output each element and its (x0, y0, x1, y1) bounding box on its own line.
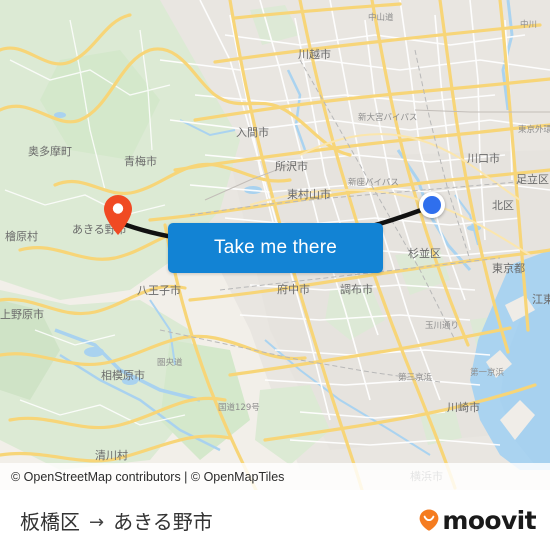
map-label: 江東区 (532, 293, 550, 306)
map-label: 所沢市 (275, 159, 308, 173)
map-label: 新座バイパス (348, 177, 399, 188)
moovit-logo[interactable]: moovit (418, 505, 537, 535)
map-label: 入間市 (236, 125, 269, 139)
map-label: 上野原市 (0, 307, 44, 321)
map-label: 川口市 (467, 151, 500, 165)
arrow-right-icon: → (89, 511, 105, 533)
map-label: 青梅市 (124, 154, 157, 168)
take-me-there-button[interactable]: Take me there (168, 223, 383, 273)
map-label: 新大宮バイパス (358, 112, 417, 123)
map-label: 中川 (520, 19, 537, 30)
map-canvas[interactable]: 奥多摩町青梅市 入間市 川越市所沢市東村山市 川口市足立区 北区東京都 杉並区府中市 調布市… (0, 0, 550, 490)
map-label: 第一京浜 (470, 367, 505, 378)
map-label: 第三京浜 (398, 372, 433, 383)
map-label: 川崎市 (447, 400, 480, 414)
map-label: 清川村 (95, 448, 128, 462)
map-label: 国道129号 (218, 402, 260, 413)
map-label: 圏央道 (157, 357, 183, 368)
map-label: 足立区 (516, 172, 549, 186)
route-origin-label: 板橋区 (20, 509, 80, 534)
destination-marker-pin[interactable] (103, 194, 133, 236)
map-attribution-text[interactable]: © OpenStreetMap contributors | © OpenMap… (0, 470, 284, 484)
route-destination-label: あきる野市 (113, 509, 213, 534)
map-label: 東京外環 (518, 124, 550, 135)
map-label: 府中市 (277, 282, 310, 296)
map-label: 八王子市 (137, 283, 181, 297)
moovit-pin-icon (419, 509, 439, 531)
moovit-wordmark: moovit (442, 505, 536, 535)
map-label: 調布市 (340, 282, 373, 296)
map-label: 川越市 (298, 47, 331, 61)
map-label: 北区 (492, 199, 514, 212)
origin-marker-dot[interactable] (419, 192, 445, 218)
moovit-route-card: 奥多摩町青梅市 入間市 川越市所沢市東村山市 川口市足立区 北区東京都 杉並区府中市 調布市… (0, 0, 550, 550)
map-label: 東村山市 (287, 187, 331, 201)
map-label: 杉並区 (408, 246, 441, 260)
map-label: 檜原村 (5, 229, 38, 243)
map-label: 中山道 (368, 12, 394, 23)
footer-bar: 板橋区 → あきる野市 moovit (0, 490, 550, 550)
map-label: 奥多摩町 (28, 144, 72, 158)
map-label: 玉川通り (425, 320, 459, 331)
map-label: 東京都 (492, 261, 525, 275)
map-attribution-bar: © OpenStreetMap contributors | © OpenMap… (0, 463, 550, 490)
map-label: 相模原市 (101, 368, 145, 382)
route-summary: 板橋区 → あきる野市 (20, 506, 213, 535)
